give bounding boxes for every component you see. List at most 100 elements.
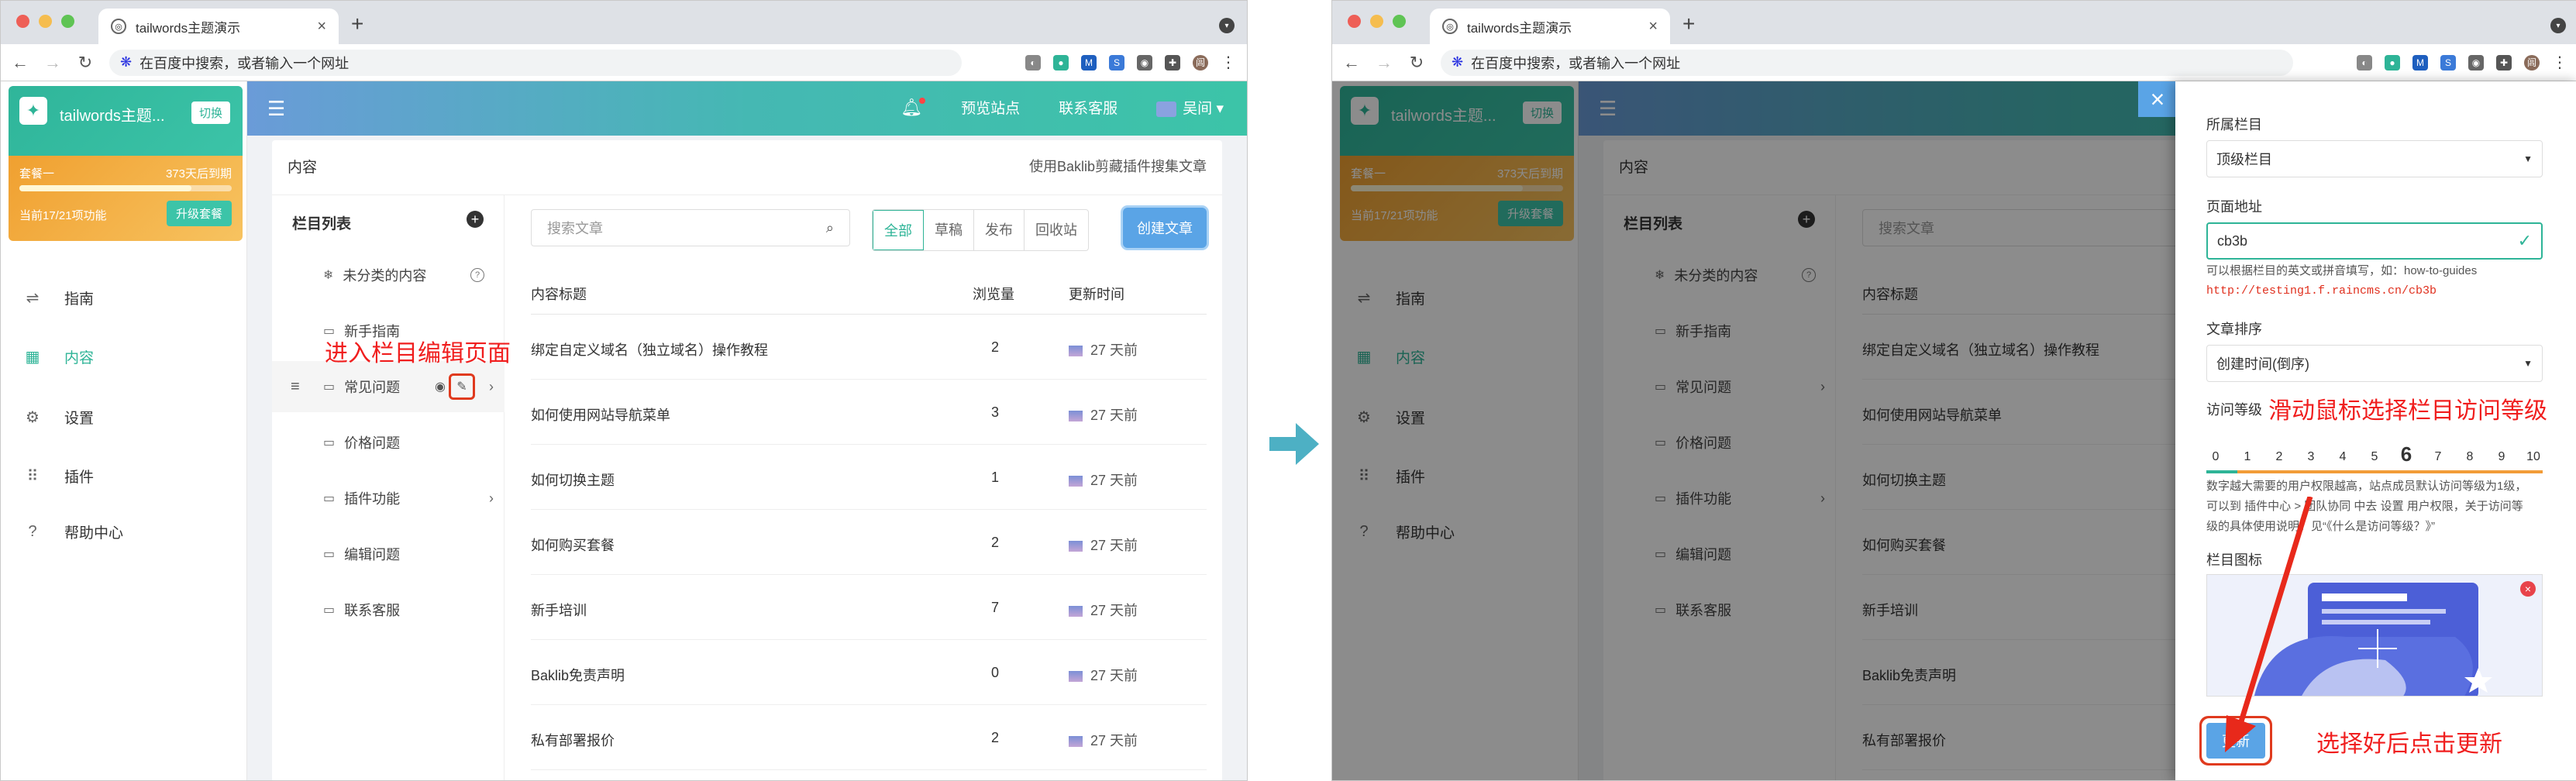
table-row[interactable]: Baklib免责声明 0 27 天前 — [531, 640, 1207, 705]
level-tick[interactable]: 5 — [2365, 450, 2384, 464]
minimize-window-button[interactable] — [1370, 15, 1383, 28]
drag-handle-icon[interactable]: ≡ — [291, 378, 300, 396]
article-title[interactable]: Baklib免责声明 — [531, 665, 625, 685]
filter-draft[interactable]: 草稿 — [924, 210, 974, 250]
add-column-button[interactable]: + — [467, 211, 484, 228]
extension-icon[interactable]: ◐ — [2357, 54, 2372, 71]
edit-column-button[interactable]: ✎ — [449, 373, 475, 400]
column-item[interactable]: ▭ 插件功能 › — [272, 473, 505, 524]
menu-toggle-icon[interactable]: ☰ — [267, 97, 285, 121]
filter-all[interactable]: 全部 — [873, 210, 924, 250]
minimize-window-button[interactable] — [39, 15, 52, 28]
menu-item-guide[interactable]: ⇌ 指南 — [1, 270, 247, 325]
sort-select[interactable]: 创建时间(倒序) ▼ — [2206, 345, 2543, 382]
level-tick[interactable]: 4 — [2333, 450, 2352, 464]
table-row[interactable]: 如何切换主题 1 27 天前 — [531, 445, 1207, 510]
bell-icon[interactable]: 🔔︎ — [901, 97, 926, 118]
extension-icon[interactable]: ● — [1053, 54, 1069, 71]
menu-item-content[interactable]: ▦ 内容 — [1, 329, 247, 384]
new-tab-button[interactable]: + — [1682, 12, 1695, 36]
eye-icon[interactable]: ◉ — [435, 379, 446, 394]
puzzle-icon[interactable]: ✚ — [2496, 54, 2512, 71]
chevron-right-icon[interactable]: › — [489, 490, 494, 507]
close-window-button[interactable] — [16, 15, 29, 28]
maximize-window-button[interactable] — [61, 15, 74, 28]
forward-icon[interactable]: → — [1371, 53, 1397, 73]
article-title[interactable]: 绑定自定义域名（独立域名）操作教程 — [531, 339, 768, 360]
profile-avatar[interactable]: 闾 — [2524, 54, 2540, 71]
article-title[interactable]: 如何切换主题 — [531, 470, 615, 490]
close-tab-icon[interactable]: × — [1648, 18, 1658, 36]
reload-icon[interactable]: ↻ — [72, 53, 98, 73]
address-bar[interactable]: ❋ 在百度中搜索，或者输入一个网址 — [1441, 49, 2293, 76]
address-bar[interactable]: ❋ 在百度中搜索，或者输入一个网址 — [109, 49, 962, 76]
tab-search-icon[interactable]: ▾ — [2550, 18, 2566, 33]
close-window-button[interactable] — [1348, 15, 1361, 28]
menu-item-help[interactable]: ? 帮助中心 — [1, 504, 247, 559]
level-tick[interactable]: 2 — [2270, 450, 2288, 464]
puzzle-icon[interactable]: ✚ — [1165, 54, 1180, 71]
tab-search-icon[interactable]: ▾ — [1219, 18, 1235, 33]
extension-icon[interactable]: M — [1081, 54, 1097, 71]
extension-icon[interactable]: S — [1109, 54, 1124, 71]
filter-published[interactable]: 发布 — [974, 210, 1025, 250]
delete-icon[interactable]: × — [2520, 581, 2536, 597]
page-path-input[interactable]: cb3b ✓ — [2206, 222, 2543, 260]
search-input[interactable]: 搜索文章 ⌕ — [531, 209, 850, 246]
support-link[interactable]: 联系客服 — [1059, 97, 1118, 118]
article-title[interactable]: 新手培训 — [531, 600, 587, 620]
table-row[interactable]: 私有部署报价 2 27 天前 — [531, 705, 1207, 770]
column-item[interactable]: ▭ 编辑问题 — [272, 528, 505, 580]
upgrade-button[interactable]: 升级套餐 — [166, 201, 232, 226]
browser-tab[interactable]: ◎ tailwords主题演示 × — [1430, 9, 1670, 44]
table-row[interactable]: 绑定自定义域名（独立域名）操作教程 2 27 天前 — [531, 315, 1207, 380]
level-tick[interactable]: 0 — [2206, 450, 2225, 464]
create-article-button[interactable]: 创建文章 — [1123, 208, 1207, 248]
new-tab-button[interactable]: + — [351, 12, 363, 36]
level-tick[interactable]: 1 — [2238, 450, 2257, 464]
table-row[interactable]: 新手培训 7 27 天前 — [531, 575, 1207, 640]
page-url[interactable]: http://testing1.f.raincms.cn/cb3b — [2206, 284, 2437, 298]
table-row[interactable]: 如何使用网站导航菜单 3 27 天前 — [531, 380, 1207, 445]
maximize-window-button[interactable] — [1393, 15, 1406, 28]
table-row[interactable]: 如何购买套餐 2 27 天前 — [531, 510, 1207, 575]
column-item-selected[interactable]: ≡ ▭ 常见问题 ◉ ✎ › — [272, 361, 505, 412]
preview-site-link[interactable]: 预览站点 — [961, 97, 1020, 118]
user-menu[interactable]: 吴间 ▾ — [1156, 97, 1224, 118]
camera-icon[interactable]: ◉ — [2468, 54, 2484, 71]
level-tick[interactable]: 6 — [2397, 442, 2416, 466]
filter-trash[interactable]: 回收站 — [1025, 210, 1088, 250]
slider-track[interactable] — [2206, 470, 2543, 473]
extension-icon[interactable]: ◐ — [1025, 54, 1041, 71]
profile-avatar[interactable]: 闾 — [1193, 54, 1208, 71]
level-tick[interactable]: 8 — [2461, 450, 2479, 464]
back-icon[interactable]: ← — [7, 53, 33, 73]
close-drawer-button[interactable]: × — [2138, 81, 2177, 117]
clip-plugin-hint[interactable]: 使用Baklib剪藏插件搜集文章 — [1029, 156, 1207, 176]
menu-item-settings[interactable]: ⚙ 设置 — [1, 390, 247, 444]
level-tick[interactable]: 7 — [2429, 450, 2447, 464]
back-icon[interactable]: ← — [1338, 53, 1365, 73]
camera-icon[interactable]: ◉ — [1137, 54, 1152, 71]
level-tick[interactable]: 3 — [2302, 450, 2320, 464]
more-vertical-icon[interactable]: ⋮ — [1221, 53, 1236, 72]
chevron-right-icon[interactable]: › — [489, 379, 494, 395]
article-title[interactable]: 私有部署报价 — [531, 730, 615, 750]
column-item-uncategorized[interactable]: ❄ 未分类的内容? — [272, 249, 505, 301]
forward-icon[interactable]: → — [40, 53, 66, 73]
switch-site-button[interactable]: 切换 — [191, 101, 230, 124]
parent-column-select[interactable]: 顶级栏目 ▼ — [2206, 140, 2543, 177]
more-vertical-icon[interactable]: ⋮ — [2552, 53, 2567, 72]
browser-tab[interactable]: ◎ tailwords主题演示 × — [98, 9, 339, 44]
extension-icon[interactable]: ● — [2385, 54, 2400, 71]
close-tab-icon[interactable]: × — [317, 18, 326, 36]
extension-icon[interactable]: S — [2440, 54, 2456, 71]
column-item[interactable]: ▭ 价格问题 — [272, 417, 505, 468]
level-tick[interactable]: 9 — [2492, 450, 2511, 464]
article-title[interactable]: 如何购买套餐 — [531, 535, 615, 555]
menu-item-plugins[interactable]: ⠿ 插件 — [1, 449, 247, 503]
reload-icon[interactable]: ↻ — [1403, 53, 1430, 73]
column-item[interactable]: ▭ 联系客服 — [272, 584, 505, 635]
extension-icon[interactable]: M — [2412, 54, 2428, 71]
access-level-slider[interactable]: 0 1 2 3 4 5 6 7 8 9 10 — [2206, 442, 2543, 473]
